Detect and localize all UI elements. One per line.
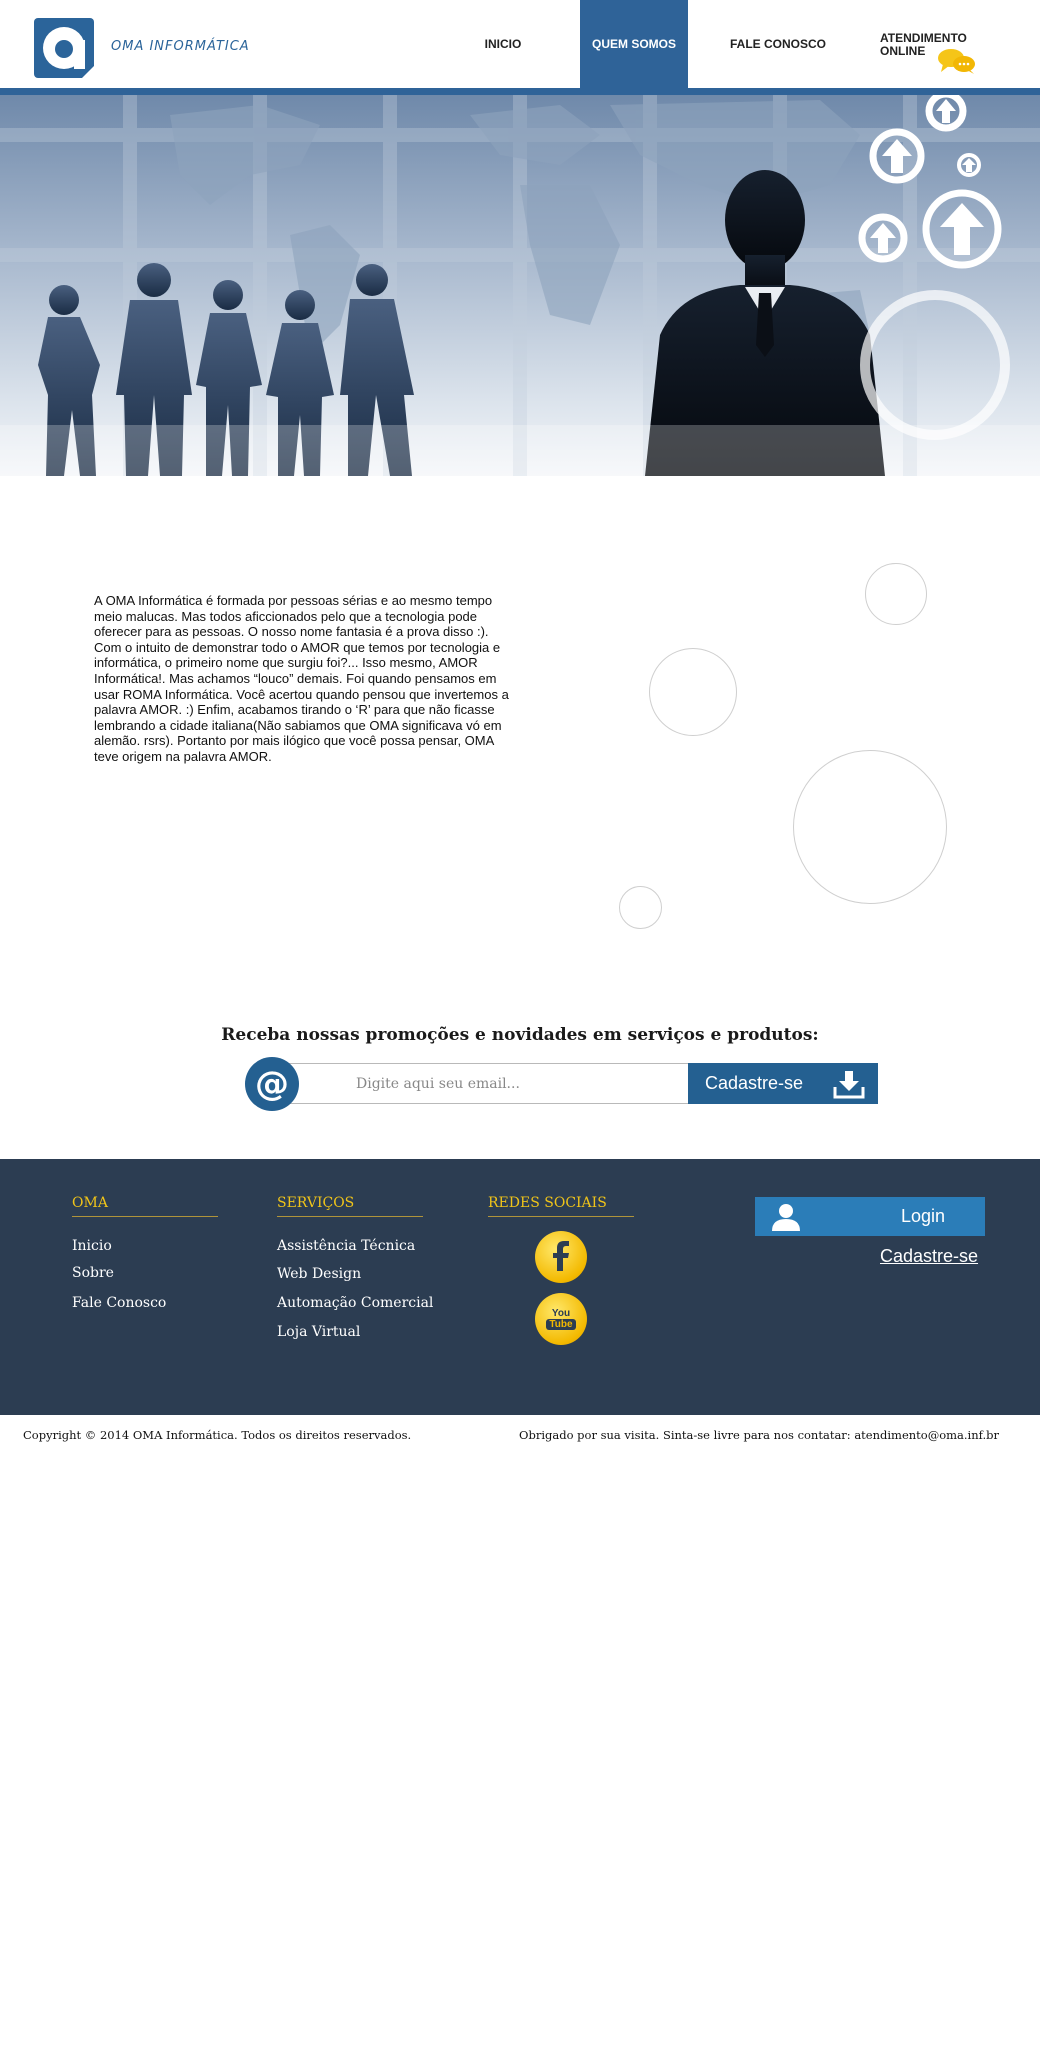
- login-button[interactable]: Login: [755, 1197, 985, 1236]
- decorative-circle: [793, 750, 947, 904]
- user-icon: [772, 1204, 800, 1231]
- footer-heading-oma: OMA: [72, 1195, 218, 1217]
- about-paragraph: A OMA Informática é formada por pessoas …: [94, 593, 509, 764]
- site-header: OMA INFORMÁTICA INICIO QUEM SOMOS FALE C…: [0, 0, 1040, 88]
- decorative-circle: [649, 648, 737, 736]
- footer-link-sobre[interactable]: Sobre: [72, 1265, 114, 1281]
- header-accent-bar: [0, 88, 1040, 95]
- newsletter-email-input[interactable]: Digite aqui seu email...: [288, 1063, 688, 1104]
- footer-link-web-design[interactable]: Web Design: [277, 1266, 361, 1282]
- footer-link-loja-virtual[interactable]: Loja Virtual: [277, 1324, 360, 1340]
- youtube-text-you: You: [551, 1308, 571, 1319]
- login-label: Login: [901, 1206, 946, 1226]
- growth-arrows-icon: [858, 95, 1010, 440]
- footer-link-fale-conosco[interactable]: Fale Conosco: [72, 1295, 166, 1311]
- chat-bubbles-icon[interactable]: [937, 48, 977, 74]
- footer-heading-redes: REDES SOCIAIS: [488, 1195, 634, 1217]
- footer-heading-servicos: SERVIÇOS: [277, 1195, 423, 1217]
- newsletter-title: Receba nossas promoções e novidades em s…: [221, 1025, 819, 1045]
- copyright-text: Copyright © 2014 OMA Informática. Todos …: [23, 1428, 412, 1442]
- decorative-circle: [619, 886, 662, 929]
- footer-signup-link[interactable]: Cadastre-se: [880, 1246, 978, 1267]
- brand-name: OMA INFORMÁTICA: [111, 39, 250, 54]
- footer-col-servicos: SERVIÇOS: [277, 1195, 423, 1217]
- nav-inicio[interactable]: INICIO: [466, 0, 540, 88]
- nav-fale-conosco[interactable]: FALE CONOSCO: [714, 0, 842, 88]
- footer-col-redes: REDES SOCIAIS: [488, 1195, 634, 1217]
- hero-illustration: [0, 95, 1040, 476]
- decorative-circle: [865, 563, 927, 625]
- email-at-icon: @: [245, 1057, 299, 1111]
- youtube-text-tube: Tube: [546, 1319, 576, 1330]
- facebook-icon[interactable]: [535, 1231, 587, 1283]
- newsletter-signup-button[interactable]: Cadastre-se: [688, 1063, 878, 1104]
- footer-link-automacao[interactable]: Automação Comercial: [277, 1295, 433, 1311]
- contact-text: Obrigado por sua visita. Sinta-se livre …: [519, 1428, 999, 1442]
- footer-link-assistencia[interactable]: Assistência Técnica: [277, 1238, 415, 1254]
- footer-col-oma: OMA: [72, 1195, 218, 1217]
- logo-icon[interactable]: [34, 18, 94, 78]
- download-icon: [833, 1071, 865, 1099]
- hero-banner: [0, 95, 1040, 476]
- footer-link-inicio[interactable]: Inicio: [72, 1238, 112, 1254]
- newsletter-signup-label: Cadastre-se: [705, 1073, 804, 1093]
- youtube-icon[interactable]: You Tube: [535, 1293, 587, 1345]
- nav-quem-somos[interactable]: QUEM SOMOS: [580, 0, 688, 88]
